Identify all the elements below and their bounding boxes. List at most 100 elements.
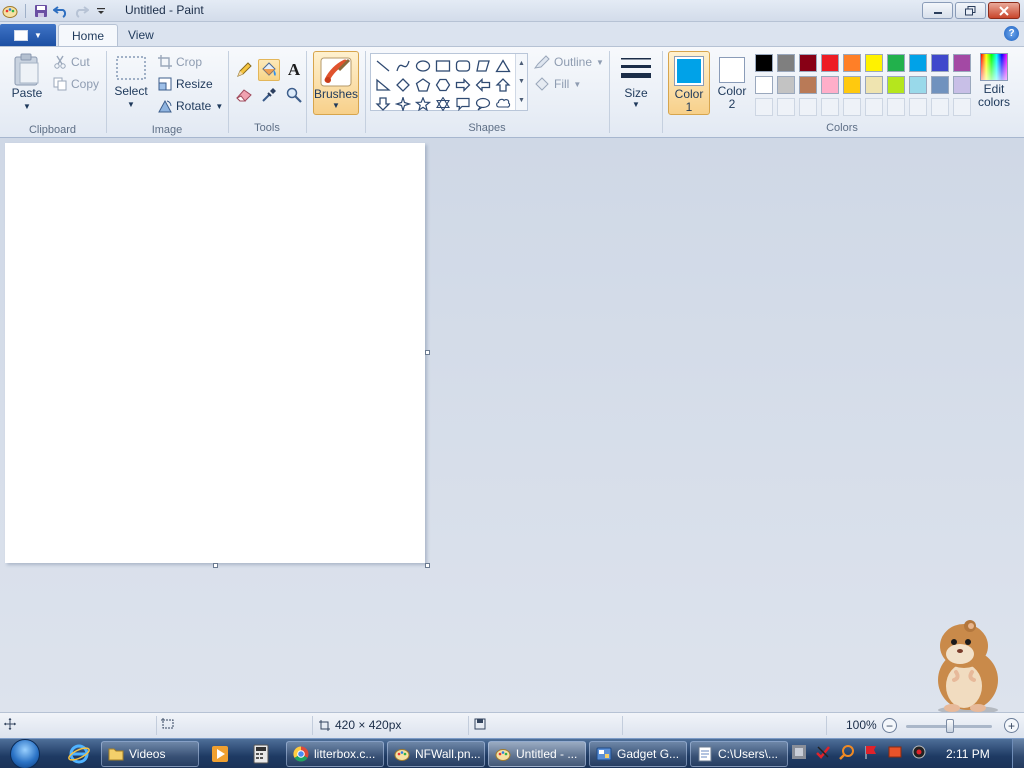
resize-button[interactable]: Resize bbox=[158, 75, 213, 93]
triangle-shape-icon[interactable] bbox=[493, 56, 513, 75]
eraser-icon[interactable] bbox=[233, 84, 255, 106]
palette-swatch[interactable] bbox=[885, 74, 907, 96]
scroll-up-icon[interactable]: ▲ bbox=[518, 60, 525, 67]
canvas-workspace[interactable] bbox=[0, 138, 1024, 714]
hexagon-shape-icon[interactable] bbox=[433, 75, 453, 94]
custom-color-slot[interactable] bbox=[753, 96, 775, 118]
palette-swatch[interactable] bbox=[951, 74, 973, 96]
custom-color-slot[interactable] bbox=[797, 96, 819, 118]
taskbar-clock[interactable]: 2:11 PM bbox=[946, 747, 990, 761]
taskbar-button-cusers[interactable]: C:\Users\... bbox=[690, 741, 788, 767]
palette-swatch[interactable] bbox=[753, 74, 775, 96]
custom-color-slot[interactable] bbox=[907, 96, 929, 118]
palette-swatch[interactable] bbox=[907, 52, 929, 74]
palette-swatch[interactable] bbox=[929, 52, 951, 74]
up-arrow-shape-icon[interactable] bbox=[493, 75, 513, 94]
search-tray-icon[interactable] bbox=[838, 743, 856, 761]
customize-qat-icon[interactable] bbox=[93, 3, 109, 19]
tab-home[interactable]: Home bbox=[58, 24, 119, 46]
start-button[interactable] bbox=[6, 739, 44, 768]
cut-button[interactable]: Cut bbox=[53, 53, 90, 71]
rectangle-shape-icon[interactable] bbox=[433, 56, 453, 75]
resize-handle-bottom[interactable] bbox=[213, 563, 218, 568]
action-center-flag-icon[interactable] bbox=[862, 743, 880, 761]
palette-swatch[interactable] bbox=[907, 74, 929, 96]
four-point-star-shape-icon[interactable] bbox=[393, 94, 413, 113]
six-point-star-shape-icon[interactable] bbox=[433, 94, 453, 113]
diamond-shape-icon[interactable] bbox=[393, 75, 413, 94]
tab-view[interactable]: View bbox=[115, 24, 167, 46]
rounded-callout-shape-icon[interactable] bbox=[453, 94, 473, 113]
text-icon[interactable]: A bbox=[283, 59, 305, 81]
cloud-callout-shape-icon[interactable] bbox=[493, 94, 513, 113]
polygon-shape-icon[interactable] bbox=[473, 56, 493, 75]
magnifier-icon[interactable] bbox=[283, 84, 305, 106]
oval-shape-icon[interactable] bbox=[413, 56, 433, 75]
palette-swatch[interactable] bbox=[819, 74, 841, 96]
media-player-icon[interactable] bbox=[203, 742, 237, 766]
color-1-button[interactable]: Color 1 bbox=[668, 51, 710, 115]
custom-color-slot[interactable] bbox=[951, 96, 973, 118]
close-button[interactable] bbox=[988, 2, 1020, 19]
save-icon[interactable] bbox=[33, 3, 49, 19]
network-tray-icon[interactable] bbox=[790, 743, 808, 761]
taskbar-button-videos[interactable]: Videos bbox=[101, 741, 199, 767]
custom-color-slot[interactable] bbox=[929, 96, 951, 118]
palette-swatch[interactable] bbox=[863, 74, 885, 96]
custom-color-slot[interactable] bbox=[775, 96, 797, 118]
undo-icon[interactable] bbox=[53, 3, 69, 19]
battery-tray-icon[interactable] bbox=[886, 743, 904, 761]
pencil-icon[interactable] bbox=[233, 59, 255, 81]
custom-color-slot[interactable] bbox=[863, 96, 885, 118]
palette-swatch[interactable] bbox=[797, 74, 819, 96]
outline-button[interactable]: Outline ▼ bbox=[534, 53, 604, 71]
brushes-button[interactable]: Brushes ▼ bbox=[313, 51, 359, 115]
color-picker-icon[interactable] bbox=[258, 84, 280, 106]
left-arrow-shape-icon[interactable] bbox=[473, 75, 493, 94]
palette-swatch[interactable] bbox=[775, 52, 797, 74]
custom-color-slot[interactable] bbox=[819, 96, 841, 118]
taskbar-button-nfwall[interactable]: NFWall.pn... bbox=[387, 741, 485, 767]
rotate-button[interactable]: Rotate ▼ bbox=[158, 97, 223, 115]
checkmark-tray-icon[interactable] bbox=[814, 743, 832, 761]
minimize-button[interactable] bbox=[922, 2, 953, 19]
five-point-star-shape-icon[interactable] bbox=[413, 94, 433, 113]
paint-menu-button[interactable]: ▼ bbox=[0, 24, 56, 46]
right-triangle-shape-icon[interactable] bbox=[373, 75, 393, 94]
palette-swatch[interactable] bbox=[775, 74, 797, 96]
zoom-slider-thumb[interactable] bbox=[946, 719, 954, 733]
help-icon[interactable]: ? bbox=[1004, 26, 1019, 41]
palette-swatch[interactable] bbox=[819, 52, 841, 74]
custom-color-slot[interactable] bbox=[885, 96, 907, 118]
select-button[interactable]: Select ▼ bbox=[113, 55, 149, 111]
rounded-rectangle-shape-icon[interactable] bbox=[453, 56, 473, 75]
size-button[interactable]: Size ▼ bbox=[616, 51, 656, 115]
pentagon-shape-icon[interactable] bbox=[413, 75, 433, 94]
resize-handle-corner[interactable] bbox=[425, 563, 430, 568]
volume-tray-icon[interactable] bbox=[910, 743, 928, 761]
shapes-scrollbar[interactable]: ▲ ▼ ▼ bbox=[515, 54, 527, 110]
calculator-icon[interactable] bbox=[244, 742, 278, 766]
zoom-in-button[interactable]: + bbox=[1004, 718, 1019, 733]
palette-swatch[interactable] bbox=[951, 52, 973, 74]
curve-shape-icon[interactable] bbox=[393, 56, 413, 75]
color-2-button[interactable]: Color 2 bbox=[712, 51, 752, 115]
expand-gallery-icon[interactable]: ▼ bbox=[518, 97, 525, 104]
restore-button[interactable] bbox=[955, 2, 986, 19]
zoom-out-button[interactable]: − bbox=[882, 718, 897, 733]
taskbar-button-litterbox[interactable]: litterbox.c... bbox=[286, 741, 384, 767]
edit-colors-button[interactable]: Edit colors bbox=[974, 51, 1014, 115]
oval-callout-shape-icon[interactable] bbox=[473, 94, 493, 113]
custom-color-slot[interactable] bbox=[841, 96, 863, 118]
scroll-down-icon[interactable]: ▼ bbox=[518, 78, 525, 85]
redo-icon[interactable] bbox=[73, 3, 89, 19]
down-arrow-shape-icon[interactable] bbox=[373, 94, 393, 113]
paste-button[interactable]: Paste ▼ bbox=[8, 53, 46, 113]
drawing-canvas[interactable] bbox=[5, 143, 425, 563]
fill-bucket-icon[interactable] bbox=[258, 59, 280, 81]
palette-swatch[interactable] bbox=[863, 52, 885, 74]
show-desktop-button[interactable] bbox=[1012, 739, 1024, 768]
internet-explorer-icon[interactable] bbox=[62, 742, 96, 766]
palette-swatch[interactable] bbox=[841, 74, 863, 96]
fill-button[interactable]: Fill ▼ bbox=[534, 75, 581, 93]
